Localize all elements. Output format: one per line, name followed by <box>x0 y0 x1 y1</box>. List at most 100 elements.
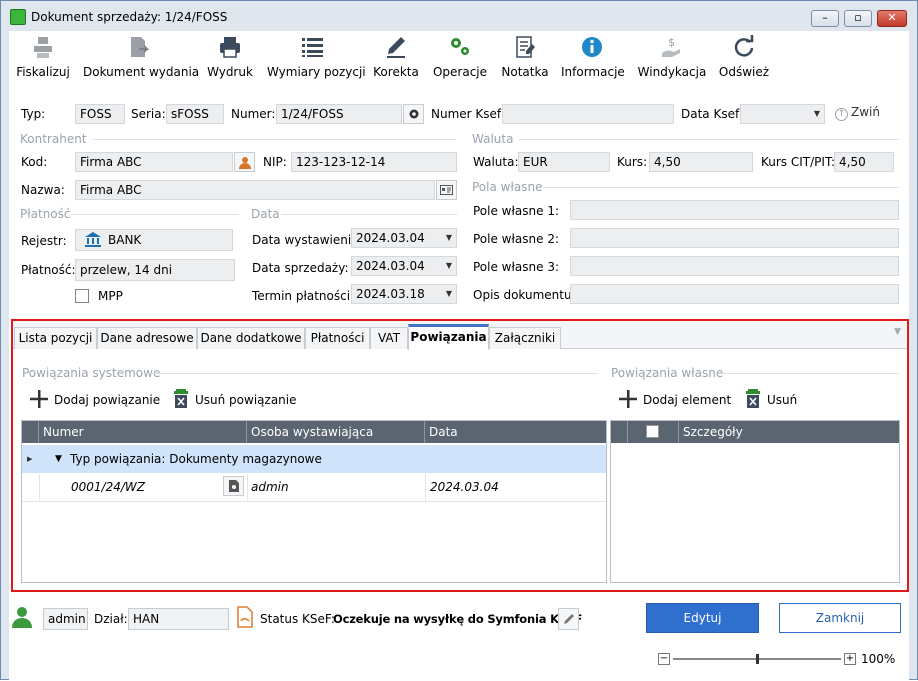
info-icon <box>582 37 602 57</box>
trash-icon <box>174 389 188 408</box>
row-indicator-header <box>22 421 39 443</box>
fiscal-printer-icon <box>34 37 52 58</box>
powiazania-wlasne-section: Powiązania własne <box>611 366 724 380</box>
dokument-wydania-button[interactable]: Dokument wydania <box>83 31 199 87</box>
dzial-label: Dział: <box>94 612 128 626</box>
column-numer[interactable]: Numer <box>39 421 247 443</box>
select-all-column <box>628 421 679 443</box>
zoom-out-button[interactable]: − <box>658 653 670 665</box>
termin-platnosci-picker[interactable]: 2024.03.18 ▼ <box>351 284 457 304</box>
document-eye-icon <box>229 480 239 492</box>
list-icon <box>302 38 323 57</box>
select-contractor-button[interactable] <box>234 152 255 172</box>
zoom-slider-thumb[interactable] <box>756 654 759 664</box>
expand-triangle-icon[interactable]: ▼ <box>55 445 62 473</box>
nazwa-field[interactable]: Firma ABC <box>75 180 435 200</box>
edytuj-button[interactable]: Edytuj <box>646 603 759 633</box>
plus-icon <box>30 390 48 408</box>
id-card-icon <box>440 185 453 195</box>
address-card-button[interactable] <box>436 180 457 200</box>
informacje-button[interactable]: Informacje <box>561 31 625 87</box>
numer-field[interactable]: 1/24/FOSS <box>276 104 402 124</box>
numer-settings-button[interactable] <box>403 104 424 124</box>
bank-icon <box>85 232 101 247</box>
typ-label: Typ: <box>21 107 46 121</box>
notatka-button[interactable]: Notatka <box>499 31 551 87</box>
dodaj-element-button[interactable]: Dodaj element <box>618 389 731 411</box>
tab-powiazania[interactable]: Powiązania <box>408 324 489 350</box>
platnosc-label: Płatność: <box>21 263 76 277</box>
kurs-cit-label: Kurs CIT/PIT: <box>761 155 835 169</box>
column-osoba[interactable]: Osoba wystawiająca <box>247 421 425 443</box>
usun-powiazanie-button[interactable]: Usuń powiązanie <box>173 389 297 411</box>
data-ksef-picker[interactable]: ▼ <box>740 104 825 124</box>
ksef-document-icon <box>237 606 253 628</box>
gear-icon <box>409 109 418 119</box>
tab-vat[interactable]: VAT <box>370 327 408 349</box>
zwin-button[interactable]: ↑ Zwiń <box>835 105 880 121</box>
usun-element-button[interactable]: Usuń <box>745 389 797 411</box>
svg-text:$: $ <box>668 36 675 49</box>
edit-status-button[interactable] <box>558 608 579 630</box>
windykacja-button[interactable]: $ Windykacja <box>637 31 707 87</box>
wymiary-pozycji-button[interactable]: Wymiary pozycji <box>267 31 366 87</box>
tab-zalaczniki[interactable]: Załączniki <box>489 327 561 349</box>
tab-dane-dodatkowe[interactable]: Dane dodatkowe <box>197 327 305 349</box>
pole2-label: Pole własne 2: <box>473 232 559 246</box>
person-icon <box>238 156 251 169</box>
typ-field[interactable]: FOSS <box>75 104 125 124</box>
rejestr-field[interactable]: BANK <box>75 229 233 251</box>
chevron-down-icon: ▼ <box>445 289 452 298</box>
dodaj-powiazanie-button[interactable]: Dodaj powiązanie <box>29 389 160 411</box>
kod-field[interactable]: Firma ABC <box>75 152 233 172</box>
wydruk-button[interactable]: Wydruk <box>205 31 255 87</box>
kurs-field[interactable]: 4,50 <box>649 152 753 172</box>
data-sprzedazy-picker[interactable]: 2024.03.04 ▼ <box>351 256 457 276</box>
tabs-panel: Lista pozycji Dane adresowe Dane dodatko… <box>11 319 909 592</box>
powiazania-wlasne-grid: Szczegóły <box>610 420 900 583</box>
money-hand-icon: $ <box>662 36 680 57</box>
toolbar-label: Wydruk <box>207 65 253 79</box>
tab-lista-pozycji[interactable]: Lista pozycji <box>14 327 97 349</box>
minimize-button[interactable]: – <box>811 10 839 27</box>
mpp-checkbox[interactable] <box>75 289 89 303</box>
column-data[interactable]: Data <box>425 421 606 443</box>
korekta-button[interactable]: Korekta <box>371 31 421 87</box>
data-wystawienia-picker[interactable]: 2024.03.04 ▼ <box>351 228 457 248</box>
odswiez-button[interactable]: Odśwież <box>717 31 771 87</box>
numer-ksef-field[interactable] <box>502 104 674 124</box>
chevron-down-icon: ▼ <box>445 233 452 242</box>
select-all-checkbox[interactable] <box>646 425 659 438</box>
pole3-field[interactable] <box>570 256 899 276</box>
toolbar-label: Wymiary pozycji <box>267 65 366 79</box>
group-row[interactable]: ▶ ▼ Typ powiązania: Dokumenty magazynowe <box>22 445 606 473</box>
tab-platnosci[interactable]: Płatności <box>305 327 370 349</box>
separator <box>519 139 899 140</box>
maximize-button[interactable]: ▫ <box>844 10 872 27</box>
tab-dane-adresowe[interactable]: Dane adresowe <box>97 327 197 349</box>
table-row[interactable]: 0001/24/WZ admin 2024.03.04 <box>22 474 606 502</box>
tab-bar: Lista pozycji Dane adresowe Dane dodatko… <box>13 321 907 350</box>
user-icon <box>12 607 32 628</box>
waluta-field[interactable]: EUR <box>518 152 610 172</box>
operacje-button[interactable]: Operacje <box>431 31 489 87</box>
data-sprzedazy-value: 2024.03.04 <box>356 259 425 273</box>
tabs-overflow-icon[interactable]: ▼ <box>894 327 901 337</box>
window-title: Dokument sprzedaży: 1/24/FOSS <box>31 10 228 24</box>
close-window-button[interactable]: ✕ <box>877 10 907 27</box>
nip-field[interactable]: 123-123-12-14 <box>291 152 457 172</box>
kurs-cit-field[interactable]: 4,50 <box>834 152 894 172</box>
column-szczegoly[interactable]: Szczegóły <box>679 421 899 443</box>
preview-document-button[interactable] <box>223 476 244 496</box>
termin-platnosci-value: 2024.03.18 <box>356 287 425 301</box>
platnosc-field[interactable]: przelew, 14 dni <box>75 259 235 281</box>
zamknij-button[interactable]: Zamknij <box>779 603 901 633</box>
row-pointer-icon: ▶ <box>27 455 33 463</box>
zoom-in-button[interactable]: + <box>844 653 856 665</box>
pole1-field[interactable] <box>570 200 899 220</box>
pole2-field[interactable] <box>570 228 899 248</box>
dodaj-element-label: Dodaj element <box>643 393 732 407</box>
seria-field[interactable]: sFOSS <box>166 104 224 124</box>
opis-field[interactable] <box>570 284 899 304</box>
fiskalizuj-button[interactable]: Fiskalizuj <box>15 31 71 87</box>
